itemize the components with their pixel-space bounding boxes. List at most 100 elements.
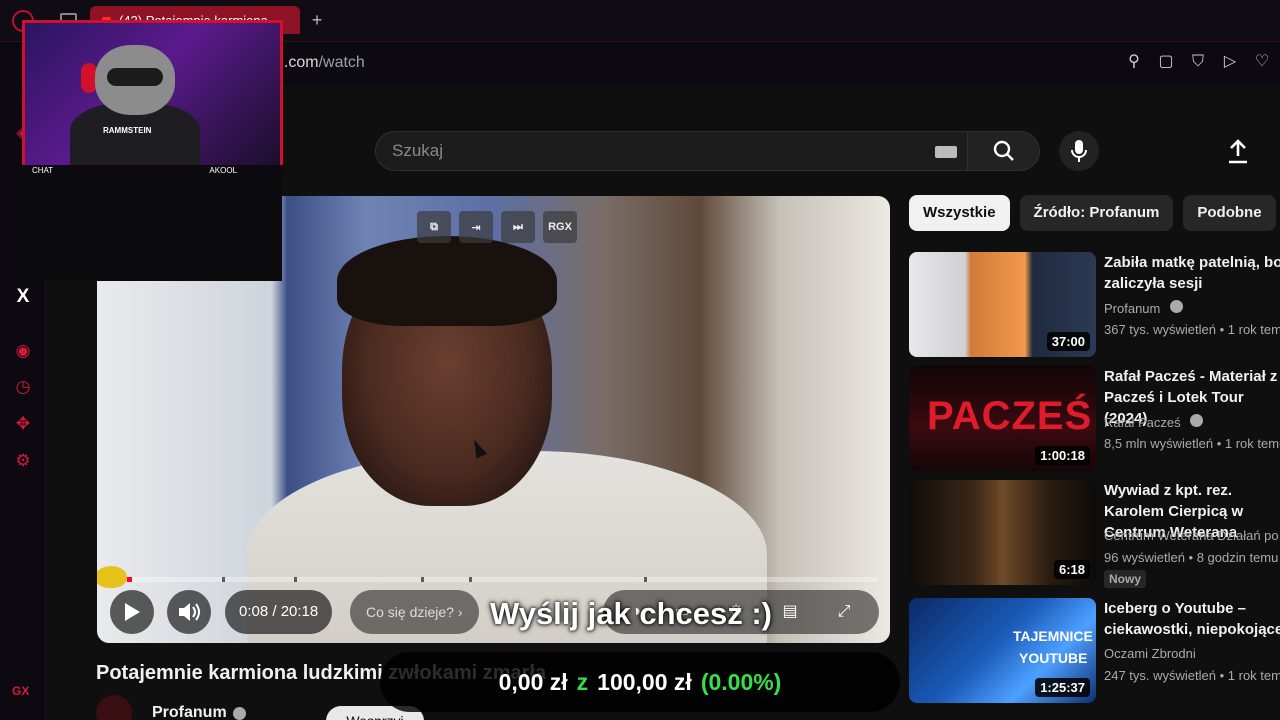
chip-source[interactable]: Źródło: Profanum — [1019, 195, 1174, 231]
snapshot-icon[interactable]: ▢ — [1156, 52, 1176, 72]
voice-search-button[interactable] — [1059, 131, 1099, 171]
recommendation-meta: 247 tys. wyświetleń • 1 rok temu — [1104, 668, 1280, 683]
custom-scrubber-icon[interactable] — [97, 566, 127, 588]
recommendation-meta: 96 wyświetleń • 8 godzin temu — [1104, 550, 1279, 565]
webcam-overlay: RAMMSTEIN — [22, 20, 283, 168]
goal-target: 100,00 zł — [597, 668, 692, 695]
upload-button[interactable] — [1223, 136, 1253, 166]
thumbnail-text: TAJEMNICE — [1013, 628, 1093, 644]
recommendation-item[interactable]: TAJEMNICE YOUTUBE 1:25:37 Iceberg o Yout… — [909, 598, 1280, 703]
filter-chips: Wszystkie Źródło: Profanum Podobne — [909, 195, 1276, 231]
video-frame-hair — [337, 236, 557, 326]
send-icon[interactable]: ▷ — [1220, 52, 1240, 72]
chapter-title: Co się dzieje? — [366, 604, 454, 620]
verified-icon — [232, 706, 246, 720]
volume-button[interactable] — [167, 590, 211, 634]
donation-goal-bar: 0,00 zł z 100,00 zł (0.00%) — [380, 652, 900, 712]
search-input[interactable] — [392, 141, 912, 161]
address-bar-actions: ⚲ ▢ ⛉ ▷ ♡ — [1124, 52, 1272, 72]
webcam-footer: CHAT AKOOL — [22, 165, 283, 175]
new-tab-button[interactable]: + — [308, 9, 326, 31]
history-icon[interactable]: ◷ — [12, 376, 34, 398]
recommendation-title: Zabiła matkę patelnią, bo zaliczyła sesj… — [1104, 254, 1280, 292]
chevron-right-icon: › — [457, 604, 463, 620]
shield-icon[interactable]: ⛉ — [1188, 52, 1208, 72]
duration-badge: 1:25:37 — [1035, 678, 1090, 697]
chip-all[interactable]: Wszystkie — [909, 195, 1010, 231]
next-icon[interactable]: ⏭ — [501, 211, 535, 243]
rgx-button[interactable]: RGX — [543, 211, 577, 243]
chapter-marker — [222, 577, 225, 582]
play-icon — [125, 603, 140, 621]
search-icon — [993, 140, 1014, 161]
upload-icon — [1229, 139, 1247, 164]
video-thumbnail[interactable]: 6:18 — [909, 480, 1096, 585]
video-thumbnail[interactable]: TAJEMNICE YOUTUBE 1:25:37 — [909, 598, 1096, 703]
chapter-marker — [294, 577, 297, 582]
volume-icon — [179, 603, 200, 621]
recommendation-meta: 8,5 mln wyświetleń • 1 rok temu — [1104, 436, 1280, 451]
extensions-icon[interactable]: ✥ — [12, 413, 34, 435]
video-thumbnail[interactable]: PACZEŚ 1:00:18 — [909, 366, 1096, 471]
goal-percent: (0.00%) — [700, 668, 782, 695]
recommendation-channel: Profanum — [1104, 300, 1183, 316]
x-twitter-icon[interactable]: X — [12, 286, 34, 308]
play-button[interactable] — [110, 590, 154, 634]
raccoon-mask — [107, 68, 163, 86]
keyboard-icon[interactable] — [935, 146, 957, 158]
player-overlay-buttons: ⧉ ⇥ ⏭ RGX — [417, 211, 577, 243]
recommendation-item[interactable]: 6:18 Wywiad z kpt. rez. Karolem Cierpicą… — [909, 480, 1280, 588]
duration-badge: 6:18 — [1053, 560, 1090, 579]
duration-badge: 1:00:18 — [1035, 446, 1090, 465]
recommendation-channel: Rafał Pacześ — [1104, 414, 1204, 430]
akool-label: AKOOL — [209, 166, 237, 175]
exit-icon[interactable]: ⇥ — [459, 211, 493, 243]
thumbnail-text: PACZEŚ — [927, 394, 1093, 438]
microphone-icon — [1071, 140, 1087, 162]
fullscreen-icon[interactable]: ⤢ — [833, 602, 855, 622]
duration-badge: 37:00 — [1046, 332, 1090, 351]
progress-bar[interactable] — [127, 577, 877, 582]
chapter-button[interactable]: Co się dzieje? › — [350, 590, 479, 634]
recommendation-item[interactable]: PACZEŚ 1:00:18 Rafał Pacześ - Materiał z… — [909, 366, 1280, 471]
chapter-marker — [644, 577, 647, 582]
url-path: /watch — [318, 54, 365, 71]
popout-icon[interactable]: ⧉ — [417, 211, 451, 243]
channel-avatar[interactable] — [96, 695, 132, 720]
gx-corner-label[interactable]: GX — [12, 684, 29, 698]
recommendation-channel: Centrum Weterana Działań po — [1104, 528, 1279, 543]
time-display: 0:08 / 20:18 — [225, 590, 333, 634]
recommendation-channel-name: Profanum — [1104, 301, 1161, 316]
channel-name[interactable]: Profanum — [152, 704, 227, 720]
new-badge: Nowy — [1104, 570, 1147, 588]
shirt-text: RAMMSTEIN — [103, 126, 152, 135]
heart-icon[interactable]: ♡ — [1252, 52, 1272, 72]
chip-related[interactable]: Podobne — [1183, 195, 1276, 231]
settings-icon[interactable]: ⚙ — [12, 450, 34, 472]
channel-row: Profanum — [96, 695, 246, 720]
theater-mode-icon[interactable]: ▤ — [779, 602, 801, 622]
search-button[interactable] — [968, 131, 1040, 171]
donation-message: Wyślij jak chcesz :) — [490, 596, 772, 631]
url-field[interactable]: e.com/watch — [275, 54, 365, 72]
search-box — [375, 131, 968, 171]
goal-current: 0,00 zł — [498, 668, 568, 695]
video-thumbnail[interactable]: 37:00 — [909, 252, 1096, 357]
progress-played — [127, 577, 132, 582]
chat-label: CHAT — [32, 166, 54, 175]
recommendation-channel: Oczami Zbrodni — [1104, 646, 1196, 661]
thumbnail-text: YOUTUBE — [1019, 650, 1088, 666]
recommendation-title: Iceberg o Youtube – ciekawostki, niepoko… — [1104, 600, 1280, 638]
recommendation-channel-name: Rafał Pacześ — [1104, 415, 1181, 430]
chapter-marker — [469, 577, 472, 582]
verified-icon — [1170, 300, 1183, 313]
recommendation-item[interactable]: 37:00 Zabiła matkę patelnią, bo zaliczył… — [909, 252, 1280, 357]
recommendation-meta: 367 tys. wyświetleń • 1 rok temu — [1104, 322, 1280, 337]
chapter-marker — [421, 577, 424, 582]
chat-overlay — [18, 175, 282, 281]
pin-icon[interactable]: ⚲ — [1124, 52, 1144, 72]
goal-separator: z — [576, 668, 589, 695]
verified-icon — [1190, 414, 1204, 427]
player-icon[interactable]: ◉ — [12, 340, 34, 362]
search-bar — [375, 131, 1040, 171]
